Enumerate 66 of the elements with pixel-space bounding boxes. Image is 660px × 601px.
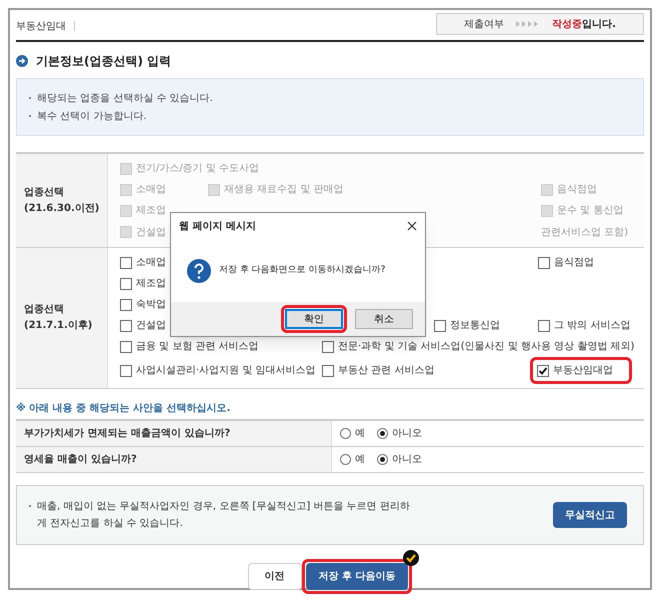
previous-button[interactable]: 이전: [248, 563, 302, 590]
radio-button[interactable]: [340, 454, 351, 465]
industry-label: 부동산 관련 서비스업: [338, 364, 434, 378]
checkbox[interactable]: [322, 340, 334, 352]
industry-label: 부동산임대업: [553, 364, 613, 378]
radio-button[interactable]: [377, 454, 388, 465]
arrow-circle-icon: [16, 55, 28, 67]
radio-label: 예: [355, 453, 365, 467]
checkbox[interactable]: [120, 340, 132, 352]
notice-text: ※ 아래 내용 중 해당되는 사안을 선택하십시오.: [16, 403, 230, 414]
industry-label: 소매업: [136, 256, 166, 270]
group-date: (21.6.30.이전): [24, 202, 100, 216]
industry-label: 음식점업: [557, 183, 597, 197]
industry-label: 금융 및 보험 관련 서비스업: [136, 340, 259, 354]
page-title: 부동산임대: [16, 20, 66, 34]
group-label: 업종선택: [24, 303, 65, 317]
question-icon: [187, 258, 211, 282]
no-sales-button[interactable]: 무실적신고: [553, 502, 627, 528]
industry-label: 제조업: [136, 204, 166, 218]
industry-label: 관련서비스업 포함): [541, 226, 628, 240]
checkbox[interactable]: [538, 256, 550, 268]
checkbox[interactable]: [120, 256, 132, 268]
checkbox[interactable]: [120, 364, 132, 376]
question-text: 부가가치세가 면제되는 매출금액이 있습니까?: [24, 427, 230, 441]
status-label: 제출여부: [464, 18, 504, 32]
checkbox[interactable]: [538, 320, 550, 332]
no-sales-text: 매출, 매입이 없는 무실적사업자인 경우, 오른쪽 [무실적신고] 버튼을 누르면 편리하게 전자신고를 하실 수 있습니다.: [37, 500, 411, 531]
radio-button[interactable]: [377, 428, 388, 439]
question-text: 영세율 매출이 있습니까?: [24, 453, 137, 467]
industry-label: 재생용 재료수집 및 판매업: [224, 183, 344, 197]
industry-label: 소매업: [136, 183, 166, 197]
checkbox[interactable]: [434, 320, 446, 332]
radio-label: 예: [355, 427, 365, 441]
dialog-button[interactable]: 취소: [355, 309, 413, 329]
industry-label: 사업시설관리·사업지원 및 임대서비스업: [136, 364, 316, 378]
section-title: 기본정보(업종선택) 입력: [36, 53, 172, 70]
dialog-message: 저장 후 다음화면으로 이동하시겠습니까?: [219, 264, 386, 277]
industry-label: 건설업: [136, 226, 166, 240]
dialog-title: 웹 페이지 메시지: [179, 220, 256, 234]
radio-button[interactable]: [340, 428, 351, 439]
industry-label: 건설업: [136, 319, 166, 333]
industry-label: 음식점업: [554, 256, 594, 270]
save-next-button[interactable]: 저장 후 다음이동: [306, 563, 408, 590]
industry-label: 숙박업: [136, 298, 166, 312]
industry-label: 전기/가스/증기 및 수도사업: [136, 162, 260, 176]
industry-label: 그 밖의 서비스업: [554, 319, 630, 333]
checkbox[interactable]: [120, 278, 132, 290]
industry-label: 운수 및 통신업: [557, 204, 624, 218]
industry-label: 전문·과학 및 기술 서비스업(인물사진 및 행사용 영상 촬영법 제외): [338, 340, 634, 354]
industry-label: 제조업: [136, 277, 166, 291]
arrows-icon: [516, 21, 540, 27]
checkbox[interactable]: [120, 298, 132, 310]
status-text: 작성중입니다.: [552, 18, 616, 32]
group-date: (21.7.1.이후): [24, 319, 94, 333]
checkbox[interactable]: [120, 320, 132, 332]
close-icon[interactable]: [407, 221, 417, 231]
info-text: 해당되는 업종을 선택하실 수 있습니다.: [37, 92, 213, 106]
radio-label: 아니오: [392, 427, 422, 441]
industry-label: 정보통신업: [450, 319, 500, 333]
checkbox[interactable]: [537, 364, 549, 376]
check-badge-icon: [403, 550, 420, 566]
group-label: 업종선택: [24, 186, 65, 200]
info-text: 복수 선택이 가능합니다.: [37, 110, 147, 124]
dialog-button[interactable]: 확인: [285, 309, 343, 329]
checkbox[interactable]: [322, 364, 334, 376]
radio-label: 아니오: [392, 453, 422, 467]
